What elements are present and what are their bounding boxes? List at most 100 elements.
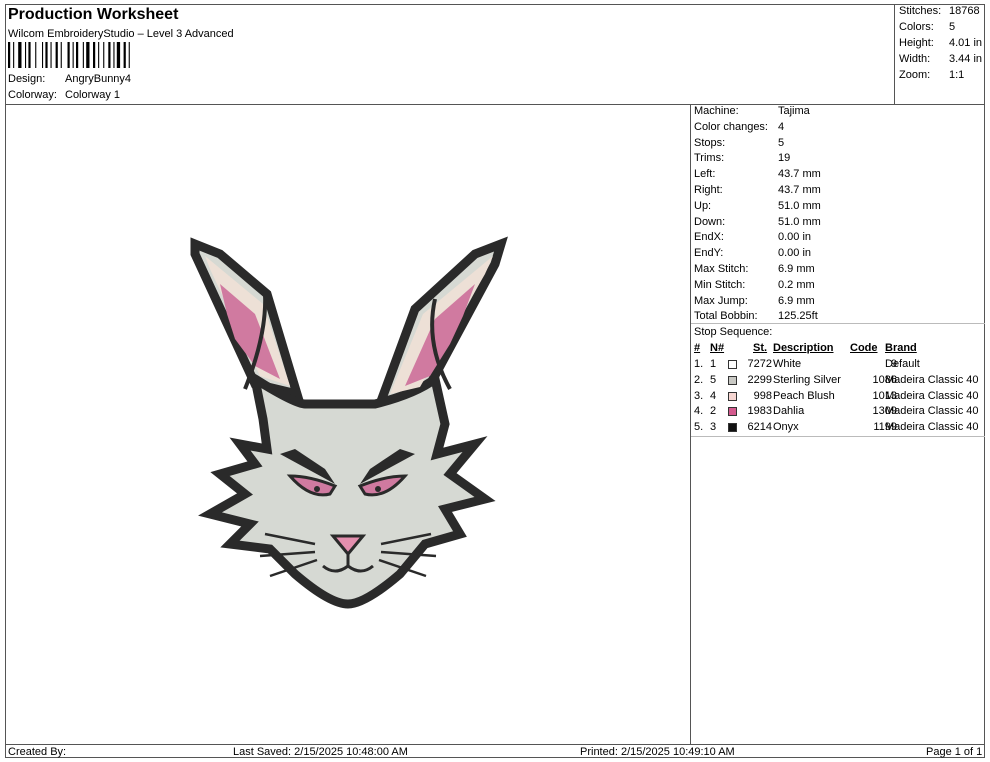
stats-box: Stitches: 18768 Colors: 5 Height: 4.01 in W… xyxy=(894,4,985,105)
info-label: EndX: xyxy=(694,231,724,244)
info-value: 5 xyxy=(778,136,785,149)
stop-sequence-title: Stop Sequence: xyxy=(694,326,773,338)
row-brand: Default xyxy=(885,358,920,370)
color-swatch xyxy=(728,375,737,385)
stat-value: 5 xyxy=(949,21,956,33)
worksheet-footer: Created By: Last Saved: 2/15/2025 10:48:… xyxy=(5,744,985,759)
row-n: 3 xyxy=(710,421,717,434)
info-value: 43.7 mm xyxy=(778,168,821,181)
info-label: Color changes: xyxy=(694,120,768,133)
row-description: Sterling Silver xyxy=(773,373,841,386)
stat-value: 3.44 in xyxy=(949,53,983,65)
row-brand: Madeira Classic 40 xyxy=(885,421,979,434)
bunny-embroidery-image xyxy=(190,236,508,609)
created-by: Created By: xyxy=(8,746,67,758)
info-value: 6.9 mm xyxy=(778,294,815,307)
last-saved: Last Saved: 2/15/2025 10:48:00 AM xyxy=(233,746,408,758)
table-row: 1. 1 7272 White 9 Default xyxy=(691,358,985,374)
page-title: Production Worksheet xyxy=(8,6,179,23)
row-description: Dahlia xyxy=(773,405,805,418)
design-label: Design: xyxy=(8,73,46,85)
info-value: 0.00 in xyxy=(778,231,812,244)
info-label: Down: xyxy=(694,215,726,228)
info-row: Trims: 19 xyxy=(694,152,790,164)
info-row: Min Stitch: 0.2 mm xyxy=(694,279,815,291)
info-value: 51.0 mm xyxy=(778,215,821,228)
info-row: Up: 51.0 mm xyxy=(694,200,821,212)
col-header-n: N# xyxy=(710,342,725,354)
info-value: 43.7 mm xyxy=(778,184,821,196)
stat-zoom: Zoom: 1:1 xyxy=(899,69,964,81)
info-value: 0.2 mm xyxy=(778,278,815,291)
row-st: 2299 xyxy=(747,373,772,386)
color-swatch xyxy=(728,360,737,369)
info-label: Machine: xyxy=(694,105,739,117)
design-row: Design: AngryBunny4 xyxy=(8,73,131,85)
color-swatch xyxy=(728,391,737,401)
info-row: Stops: 5 xyxy=(694,137,784,149)
col-header-num: # xyxy=(694,342,701,354)
separator xyxy=(691,323,985,324)
info-row: Left: 43.7 mm xyxy=(694,168,821,180)
info-value: 4 xyxy=(778,120,785,133)
info-label: Right: xyxy=(694,184,723,196)
col-header-code: Code xyxy=(850,342,878,354)
info-label: Min Stitch: xyxy=(694,278,746,291)
stat-value: 1:1 xyxy=(949,69,965,81)
info-row: Max Jump: 6.9 mm xyxy=(694,295,815,307)
design-value: AngryBunny4 xyxy=(65,73,132,85)
row-num: 5. xyxy=(694,421,704,434)
software-subtitle: Wilcom EmbroideryStudio – Level 3 Advanc… xyxy=(8,28,234,40)
col-header-brand: Brand xyxy=(885,342,917,354)
colorway-row: Colorway: Colorway 1 xyxy=(8,89,120,101)
info-value: 51.0 mm xyxy=(778,199,821,212)
info-row: Total Bobbin: 125.25ft xyxy=(694,310,818,322)
info-label: Up: xyxy=(694,199,712,212)
info-value: 0.00 in xyxy=(778,247,812,260)
stat-label: Width: xyxy=(899,53,931,65)
row-brand: Madeira Classic 40 xyxy=(885,373,979,386)
stat-label: Height: xyxy=(899,37,934,49)
stat-stitches: Stitches: 18768 xyxy=(899,5,980,17)
row-n: 4 xyxy=(710,389,717,402)
row-num: 2. xyxy=(694,373,704,386)
stat-label: Zoom: xyxy=(899,69,931,81)
colorway-label: Colorway: xyxy=(8,89,57,101)
table-row: 2. 5 2299 Sterling Silver 1086 Madeira Classi… xyxy=(691,374,985,390)
row-num: 3. xyxy=(694,389,704,402)
row-n: 5 xyxy=(710,373,717,386)
info-label: Max Stitch: xyxy=(694,263,749,275)
info-label: EndY: xyxy=(694,247,724,260)
info-value: 125.25ft xyxy=(778,310,818,323)
separator xyxy=(691,436,985,437)
info-label: Left: xyxy=(694,168,716,181)
row-description: Onyx xyxy=(773,421,799,434)
page-number: Page 1 of 1 xyxy=(926,746,983,758)
stat-colors: Colors: 5 xyxy=(899,21,955,33)
row-n: 2 xyxy=(710,405,717,418)
row-brand: Madeira Classic 40 xyxy=(885,405,979,418)
colorway-value: Colorway 1 xyxy=(65,89,121,101)
info-label: Trims: xyxy=(694,152,725,165)
barcode-image xyxy=(8,42,130,68)
row-st: 998 xyxy=(753,389,772,402)
printed-date: Printed: 2/15/2025 10:49:10 AM xyxy=(580,746,735,758)
row-description: White xyxy=(773,358,802,370)
row-st: 7272 xyxy=(747,358,772,370)
info-row: Down: 51.0 mm xyxy=(694,216,821,228)
info-row: Right: 43.7 mm xyxy=(694,184,821,196)
row-st: 6214 xyxy=(747,421,772,434)
info-label: Stops: xyxy=(694,136,726,149)
row-num: 4. xyxy=(694,405,704,418)
stat-height: Height: 4.01 in xyxy=(899,37,982,49)
table-row: 3. 4 998 Peach Blush 1013 Madeira Classic 40 xyxy=(691,390,985,406)
row-description: Peach Blush xyxy=(773,389,835,402)
info-label: Max Jump: xyxy=(694,294,748,307)
row-num: 1. xyxy=(694,358,704,370)
stat-label: Colors: xyxy=(899,21,934,33)
col-header-st: St. xyxy=(753,342,768,354)
table-row: 5. 3 6214 Onyx 1199 Madeira Classic 40 xyxy=(691,421,985,437)
info-row: Max Stitch: 6.9 mm xyxy=(694,263,815,275)
col-header-description: Description xyxy=(773,342,834,354)
info-value: 6.9 mm xyxy=(778,263,815,275)
